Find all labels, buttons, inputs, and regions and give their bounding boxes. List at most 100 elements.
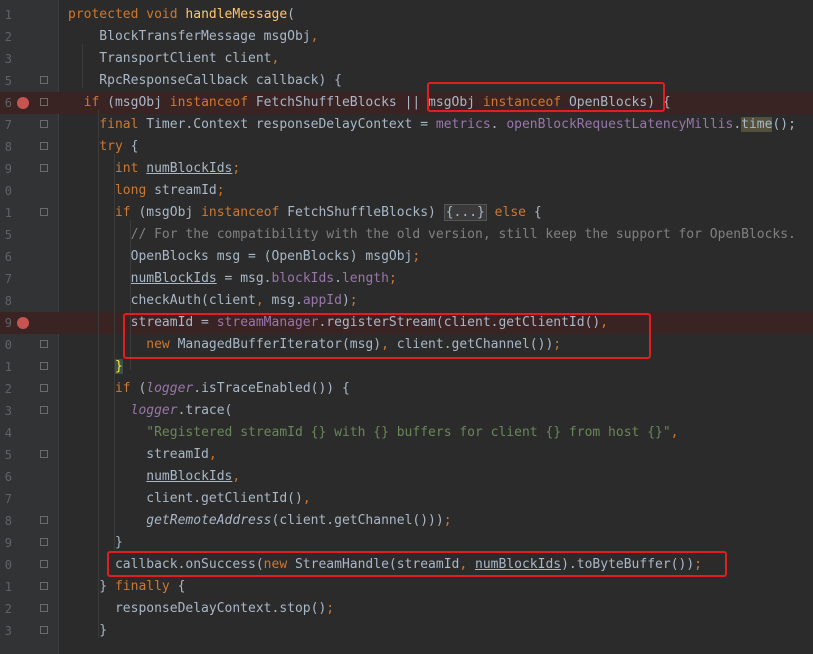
code-line[interactable]: 8 checkAuth(client, msg.appId); <box>0 290 813 312</box>
code-line[interactable]: 2 responseDelayContext.stop(); <box>0 598 813 620</box>
code-token: int <box>114 161 147 176</box>
code-line[interactable]: 5 RpcResponseCallback callback) { <box>0 70 813 92</box>
line-number: 0 <box>4 184 12 198</box>
code-token: } <box>68 623 108 638</box>
code-text: // For the compatibility with the old ve… <box>68 224 796 246</box>
code-text: RpcResponseCallback callback) { <box>68 70 342 92</box>
fold-marker-icon[interactable] <box>40 450 48 458</box>
code-line[interactable]: 6 OpenBlocks msg = (OpenBlocks) msgObj; <box>0 246 813 268</box>
code-line[interactable]: 3 logger.trace( <box>0 400 813 422</box>
code-line[interactable]: 7 final Timer.Context responseDelayConte… <box>0 114 813 136</box>
fold-marker-icon[interactable] <box>40 340 48 348</box>
code-text: if (msgObj instanceof FetchShuffleBlocks… <box>68 202 542 224</box>
code-token: . <box>490 117 507 132</box>
code-text: client.getClientId(), <box>68 488 311 510</box>
code-token: handleMessage <box>185 7 288 22</box>
code-line[interactable]: 2 if (logger.isTraceEnabled()) { <box>0 378 813 400</box>
code-token: final <box>99 117 147 132</box>
code-line[interactable]: 8 try { <box>0 136 813 158</box>
code-token: ; <box>216 183 225 198</box>
code-text: responseDelayContext.stop(); <box>68 598 334 620</box>
fold-marker-icon[interactable] <box>40 164 48 172</box>
fold-marker-icon[interactable] <box>40 626 48 634</box>
line-number: 6 <box>4 96 12 110</box>
code-token: ; <box>326 601 335 616</box>
code-line[interactable]: 7 client.getClientId(), <box>0 488 813 510</box>
fold-marker-icon[interactable] <box>40 560 48 568</box>
line-number: 3 <box>4 404 12 418</box>
code-token: Timer.Context responseDelayContext = <box>146 117 436 132</box>
breakpoint-icon[interactable] <box>17 317 29 329</box>
code-line[interactable]: 1 } finally { <box>0 576 813 598</box>
code-line[interactable]: 5 streamId, <box>0 444 813 466</box>
fold-marker-icon[interactable] <box>40 76 48 84</box>
highlight-box-on-success <box>107 551 727 577</box>
line-number: 8 <box>4 140 12 154</box>
fold-marker-icon[interactable] <box>40 384 48 392</box>
line-number: 5 <box>4 74 12 88</box>
code-token: { <box>177 579 186 594</box>
fold-marker-icon[interactable] <box>40 362 48 370</box>
code-token: logger <box>146 381 194 396</box>
fold-marker-icon[interactable] <box>40 208 48 216</box>
fold-marker-icon[interactable] <box>40 406 48 414</box>
line-number: 0 <box>4 338 12 352</box>
line-number: 8 <box>4 294 12 308</box>
fold-marker-icon[interactable] <box>40 142 48 150</box>
code-token: msg. <box>271 293 303 308</box>
code-line[interactable]: 1 } <box>0 356 813 378</box>
fold-marker-icon[interactable] <box>40 604 48 612</box>
code-token: numBlockIds <box>146 161 233 176</box>
fold-marker-icon[interactable] <box>40 120 48 128</box>
code-token: , <box>310 29 319 44</box>
line-number: 2 <box>4 602 12 616</box>
fold-marker-icon[interactable] <box>40 582 48 590</box>
code-line[interactable]: 5 // For the compatibility with the old … <box>0 224 813 246</box>
code-token: = msg. <box>216 271 272 286</box>
line-number: 9 <box>4 162 12 176</box>
fold-marker-icon[interactable] <box>40 98 48 106</box>
code-token: (msgObj <box>107 95 170 110</box>
code-line[interactable]: 1 protected void handleMessage( <box>0 4 813 26</box>
code-token: logger <box>130 403 178 418</box>
code-text: BlockTransferMessage msgObj, <box>68 26 318 48</box>
code-token: , <box>302 491 311 506</box>
code-token: blockIds <box>271 271 335 286</box>
code-token: numBlockIds <box>146 469 233 484</box>
code-token: void <box>146 7 186 22</box>
code-line[interactable]: 1 if (msgObj instanceof FetchShuffleBloc… <box>0 202 813 224</box>
code-line[interactable]: 6 numBlockIds, <box>0 466 813 488</box>
code-token: BlockTransferMessage msgObj <box>68 29 311 44</box>
line-number: 3 <box>4 624 12 638</box>
breakpoint-icon[interactable] <box>17 97 29 109</box>
code-line[interactable]: 2 BlockTransferMessage msgObj, <box>0 26 813 48</box>
code-line[interactable]: 9 int numBlockIds; <box>0 158 813 180</box>
code-text: int numBlockIds; <box>68 158 240 180</box>
code-line[interactable]: 6 if (msgObj instanceof FetchShuffleBloc… <box>0 92 813 114</box>
code-line[interactable]: 4 "Registered streamId {} with {} buffer… <box>0 422 813 444</box>
code-line[interactable]: 3 TransportClient client, <box>0 48 813 70</box>
code-token: .isTraceEnabled()) { <box>193 381 350 396</box>
code-line[interactable]: 3 } <box>0 620 813 642</box>
code-token: if <box>83 95 108 110</box>
code-token: ; <box>412 249 421 264</box>
code-editor[interactable]: 1 protected void handleMessage(2 BlockTra… <box>0 0 813 654</box>
code-line[interactable]: 7 numBlockIds = msg.blockIds.length; <box>0 268 813 290</box>
code-token: openBlockRequestLatencyMillis <box>506 117 734 132</box>
line-number: 6 <box>4 250 12 264</box>
code-token: ; <box>349 293 358 308</box>
code-line[interactable]: 0 long streamId; <box>0 180 813 202</box>
fold-marker-icon[interactable] <box>40 516 48 524</box>
code-line[interactable]: 8 getRemoteAddress(client.getChannel()))… <box>0 510 813 532</box>
code-token: , <box>232 469 241 484</box>
line-number: 1 <box>4 360 12 374</box>
code-token: (); <box>772 117 796 132</box>
fold-marker-icon[interactable] <box>40 538 48 546</box>
code-text: final Timer.Context responseDelayContext… <box>68 114 796 136</box>
line-number: 7 <box>4 272 12 286</box>
